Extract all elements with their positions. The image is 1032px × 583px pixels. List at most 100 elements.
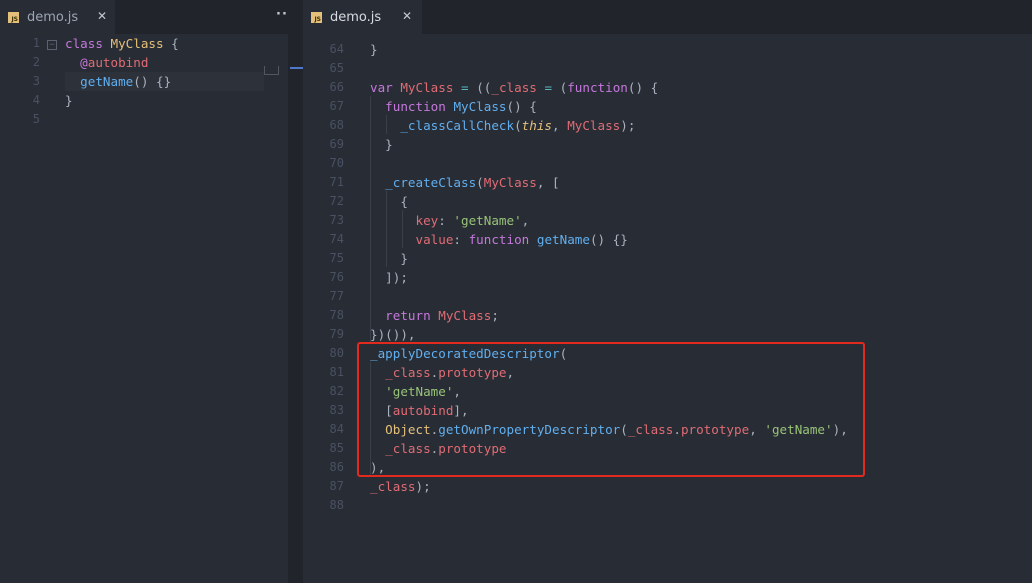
code-line[interactable]: 88 <box>303 496 1032 515</box>
code-token: function <box>385 99 446 114</box>
code-token: _class <box>370 479 416 494</box>
line-number: 70 <box>329 156 344 170</box>
code-line[interactable]: 77 <box>303 287 1032 306</box>
splitter-marker <box>290 67 303 69</box>
code-token: () { <box>627 80 659 95</box>
code-token: function <box>567 80 628 95</box>
code-text: } <box>370 40 378 59</box>
code-text: _classCallCheck(this, MyClass); <box>370 116 635 135</box>
code-text: getName() {} <box>65 72 171 91</box>
code-token: class <box>65 36 103 51</box>
line-number: 64 <box>329 42 344 56</box>
code-line[interactable]: 65 <box>303 59 1032 78</box>
pane-splitter[interactable] <box>288 0 303 583</box>
code-text: } <box>370 135 393 154</box>
code-token: = <box>461 80 469 95</box>
left-editor-pane: JS demo.js ✕ ··· − 1class MyClass {2 @au… <box>0 0 288 583</box>
line-number: 72 <box>329 194 344 208</box>
line-number: 5 <box>32 112 40 126</box>
left-tab-bar: JS demo.js ✕ ··· <box>0 0 288 34</box>
code-line[interactable]: 69 } <box>303 135 1032 154</box>
code-line[interactable]: 2 @autobind <box>0 53 288 72</box>
code-line[interactable]: 67 function MyClass() { <box>303 97 1032 116</box>
code-line[interactable]: 1 class MyClass { <box>0 34 288 53</box>
code-token: _classCallCheck <box>400 118 515 133</box>
code-token: autobind <box>87 55 149 70</box>
line-number: 71 <box>329 175 344 189</box>
code-line[interactable]: 3 getName() {} <box>0 72 288 91</box>
code-token: getName <box>80 74 134 89</box>
code-line[interactable]: 4} <box>0 91 288 110</box>
line-number: 83 <box>329 403 344 417</box>
code-token: ( <box>514 118 522 133</box>
code-line[interactable]: 75 } <box>303 249 1032 268</box>
line-number: 73 <box>329 213 344 227</box>
more-options-icon[interactable]: ··· <box>276 7 288 22</box>
line-number: 1 <box>32 36 40 50</box>
right-tab-bar: JS demo.js ✕ <box>303 0 1032 34</box>
code-token: ]); <box>370 270 408 285</box>
code-token: : <box>453 232 469 247</box>
code-line[interactable]: 72 { <box>303 192 1032 211</box>
left-code-editor[interactable]: − 1 class MyClass {2 @autobind 3 getName()… <box>0 34 288 583</box>
code-line[interactable]: 76 ]); <box>303 268 1032 287</box>
tab-label: demo.js <box>330 9 382 25</box>
code-token: ( <box>552 80 568 95</box>
code-token: MyClass <box>567 118 621 133</box>
code-token: key <box>415 213 439 228</box>
code-token: () { <box>506 99 537 114</box>
code-token: } <box>370 251 408 266</box>
line-number: 79 <box>329 327 344 341</box>
code-token: } <box>370 137 393 152</box>
code-token: , <box>521 213 530 228</box>
code-line[interactable]: 70 <box>303 154 1032 173</box>
line-number: 86 <box>329 460 344 474</box>
code-line[interactable]: 5 <box>0 110 288 129</box>
code-text: class MyClass { <box>65 34 179 53</box>
code-text: value: function getName() {} <box>370 230 628 249</box>
code-token: MyClass <box>438 308 492 323</box>
line-number: 67 <box>329 99 344 113</box>
code-line[interactable]: 68 _classCallCheck(this, MyClass); <box>303 116 1032 135</box>
code-line[interactable]: 87 _class); <box>303 477 1032 496</box>
code-line[interactable]: 64} <box>303 40 1032 59</box>
line-number: 66 <box>329 80 344 94</box>
line-number: 76 <box>329 270 344 284</box>
line-number: 81 <box>329 365 344 379</box>
code-token: ( <box>476 175 484 190</box>
line-number: 77 <box>329 289 344 303</box>
close-icon[interactable]: ✕ <box>402 9 412 23</box>
line-number: 84 <box>329 422 344 436</box>
code-token: ); <box>620 118 636 133</box>
code-token: this <box>521 118 553 133</box>
line-number: 75 <box>329 251 344 265</box>
code-line[interactable]: 74 value: function getName() {} <box>303 230 1032 249</box>
code-line[interactable]: 71 _createClass(MyClass, [ <box>303 173 1032 192</box>
code-token: _class <box>491 80 537 95</box>
code-line[interactable]: 66 var MyClass = ((_class = (function() { <box>303 78 1032 97</box>
code-text: @autobind <box>65 53 148 72</box>
js-file-icon: JS <box>311 11 322 23</box>
code-text: return MyClass; <box>370 306 499 325</box>
line-number: 78 <box>329 308 344 322</box>
highlight-annotation-box <box>357 342 865 477</box>
code-text: { <box>370 192 408 211</box>
right-code-editor[interactable]: 64} 65 66 var MyClass = ((_class = (functio… <box>303 34 1032 583</box>
code-token: ; <box>491 308 499 323</box>
code-token: () {} <box>133 74 172 89</box>
line-number: 65 <box>329 61 344 75</box>
code-token: 'getName' <box>453 213 522 228</box>
line-number: 85 <box>329 441 344 455</box>
code-line[interactable]: 78 return MyClass; <box>303 306 1032 325</box>
code-token: _createClass <box>385 175 477 190</box>
code-line[interactable]: 73 key: 'getName', <box>303 211 1032 230</box>
code-text: } <box>65 91 73 110</box>
close-icon[interactable]: ✕ <box>97 9 107 23</box>
